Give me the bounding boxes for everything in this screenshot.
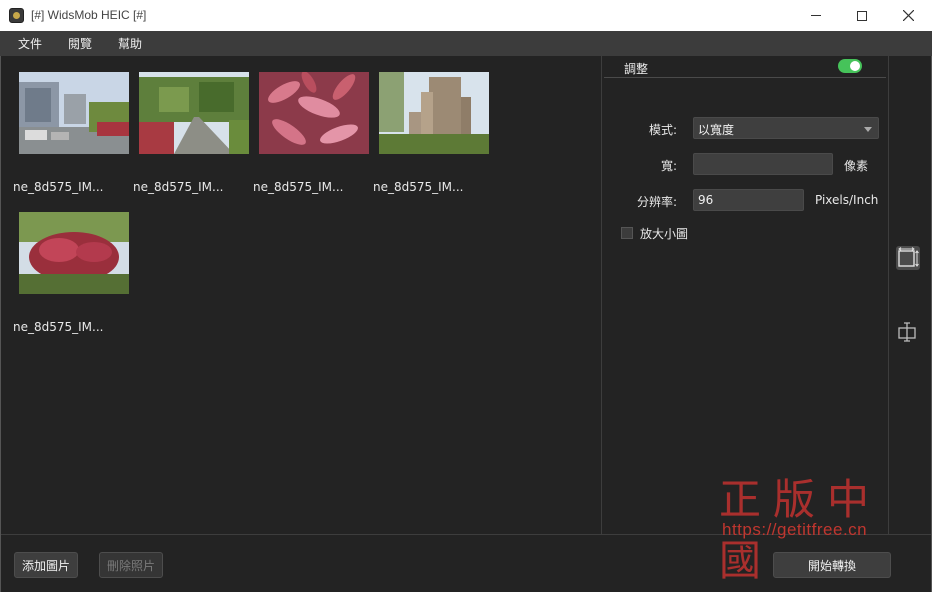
- app-logo-icon: [9, 8, 24, 23]
- thumbnail-image[interactable]: [19, 72, 129, 154]
- side-divider: [888, 56, 889, 534]
- photo-tall-apartment-building: [379, 72, 489, 154]
- panel-title: 調整: [624, 62, 649, 76]
- thumbnail-label: ne_8d575_IM...: [133, 180, 224, 194]
- maximize-button[interactable]: [839, 0, 885, 31]
- resize-icon: [898, 247, 919, 267]
- watermark-url: https://getitfree.cn: [722, 520, 868, 539]
- enlarge-label: 放大小圖: [640, 227, 689, 241]
- photo-red-shrub-garden: [19, 212, 129, 294]
- panel-divider: [601, 56, 602, 534]
- thumbnail-label: ne_8d575_IM...: [13, 180, 104, 194]
- mode-label: 模式:: [648, 123, 677, 137]
- thumbnail-image[interactable]: [139, 72, 249, 154]
- main-area: ne_8d575_IM... ne_8d575_IM... ne_8d575_I…: [0, 56, 932, 592]
- resolution-label: 分辨率:: [636, 195, 677, 209]
- minimize-button[interactable]: [793, 0, 839, 31]
- thumbnail-label: ne_8d575_IM...: [373, 180, 464, 194]
- menu-file[interactable]: 文件: [18, 35, 42, 52]
- minimize-icon: [811, 15, 821, 16]
- adjust-panel-header: 調整: [604, 56, 886, 78]
- enlarge-checkbox[interactable]: [621, 227, 633, 239]
- width-input[interactable]: [693, 153, 833, 175]
- thumbnail-label: ne_8d575_IM...: [253, 180, 344, 194]
- width-unit: 像素: [844, 159, 869, 173]
- photo-red-leaves-closeup: [259, 72, 369, 154]
- watermark-icon: [898, 322, 916, 342]
- chevron-down-icon: [864, 127, 872, 132]
- window-title: [#] WidsMob HEIC [#]: [31, 8, 147, 22]
- close-icon: [902, 10, 914, 21]
- resize-tool-button[interactable]: [896, 246, 920, 270]
- mode-select[interactable]: 以寬度: [693, 117, 879, 139]
- adjust-toggle[interactable]: [838, 59, 862, 73]
- resolution-input[interactable]: 96: [693, 189, 804, 211]
- thumbnail-label: ne_8d575_IM...: [13, 320, 104, 334]
- mode-value: 以寬度: [698, 123, 735, 137]
- thumbnail-image[interactable]: [19, 212, 129, 294]
- menu-view[interactable]: 閱覽: [68, 35, 92, 52]
- maximize-icon: [857, 10, 867, 21]
- resolution-unit: Pixels/Inch: [815, 193, 879, 207]
- add-image-button[interactable]: 添加圖片: [14, 552, 78, 578]
- title-bar: [#] WidsMob HEIC [#]: [0, 0, 932, 31]
- close-button[interactable]: [885, 0, 931, 31]
- menu-bar: 文件 閱覽 幫助: [0, 31, 932, 56]
- width-label: 寬:: [660, 159, 677, 173]
- menu-help[interactable]: 幫助: [118, 35, 142, 52]
- photo-street-with-cars: [19, 72, 129, 154]
- thumbnail-image[interactable]: [259, 72, 369, 154]
- thumbnail-image[interactable]: [379, 72, 489, 154]
- photo-tree-lined-road: [139, 72, 249, 154]
- delete-photo-button[interactable]: 刪除照片: [99, 552, 163, 578]
- watermark-tool-button[interactable]: [896, 320, 920, 344]
